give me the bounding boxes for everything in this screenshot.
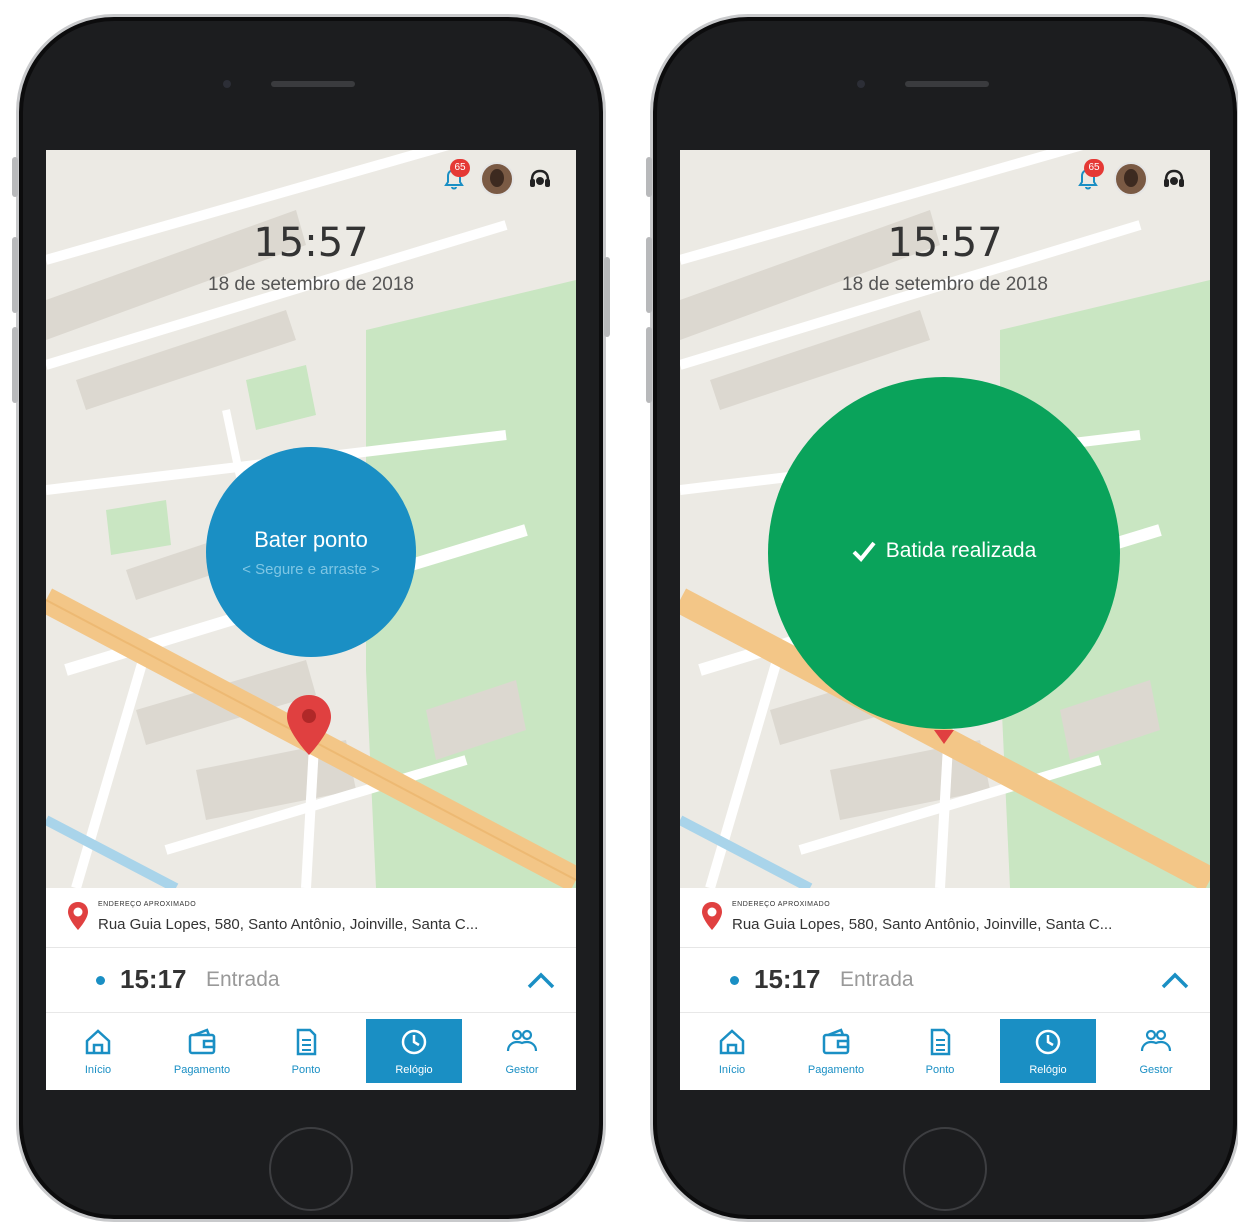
tab-ponto[interactable]: Ponto xyxy=(892,1019,988,1083)
front-camera xyxy=(857,80,865,88)
map-pin-icon xyxy=(68,902,88,930)
map-pin-icon xyxy=(702,902,722,930)
header-actions: 65 xyxy=(440,159,554,196)
punch-button-hint: < Segure e arraste > xyxy=(242,561,380,578)
volume-up-button xyxy=(12,237,18,313)
phone-frame-right: 65 15:57 18 de setembro de 2018 Batida r… xyxy=(646,14,1238,1222)
tab-relogio[interactable]: Relógio xyxy=(1000,1019,1096,1083)
support-button[interactable] xyxy=(1160,165,1188,193)
last-punch-time: 15:17 xyxy=(754,964,821,994)
last-punch-type: Entrada xyxy=(206,968,280,991)
clock-icon xyxy=(401,1029,427,1055)
address-label: ENDEREÇO APROXIMADO xyxy=(732,901,831,908)
address-panel: ENDEREÇO APROXIMADO Rua Guia Lopes, 580,… xyxy=(46,888,576,948)
tab-gestor[interactable]: Gestor xyxy=(1108,1019,1204,1083)
tab-label: Ponto xyxy=(925,1064,955,1076)
mute-switch xyxy=(12,157,18,197)
team-icon xyxy=(506,1029,538,1052)
current-time: 15:57 xyxy=(887,220,1003,266)
front-camera xyxy=(223,80,231,88)
bottom-tab-bar: Início Pagamento Ponto Relógio Gestor xyxy=(46,1012,576,1090)
support-button[interactable] xyxy=(526,165,554,193)
last-punch-row[interactable]: 15:17 Entrada xyxy=(680,948,1210,1012)
punch-clock-button[interactable]: Bater ponto < Segure e arraste > xyxy=(206,447,416,657)
document-icon xyxy=(930,1028,951,1056)
header-actions: 65 xyxy=(1074,159,1188,196)
volume-down-button xyxy=(646,327,652,403)
volume-down-button xyxy=(12,327,18,403)
home-button[interactable] xyxy=(903,1127,987,1211)
wallet-icon xyxy=(822,1028,850,1055)
tab-label: Relógio xyxy=(395,1064,433,1076)
last-punch-row[interactable]: 15:17 Entrada xyxy=(46,948,576,1012)
address-value: Rua Guia Lopes, 580, Santo Antônio, Join… xyxy=(98,916,479,933)
notification-badge: 65 xyxy=(450,159,470,177)
tab-label: Ponto xyxy=(291,1064,321,1076)
tab-label: Pagamento xyxy=(807,1064,865,1076)
tab-label: Gestor xyxy=(1139,1064,1173,1076)
power-button xyxy=(604,257,610,337)
volume-up-button xyxy=(646,237,652,313)
address-panel: ENDEREÇO APROXIMADO Rua Guia Lopes, 580,… xyxy=(680,888,1210,948)
tab-gestor[interactable]: Gestor xyxy=(474,1019,570,1083)
mute-switch xyxy=(646,157,652,197)
notifications-button[interactable]: 65 xyxy=(1074,159,1104,193)
bottom-tab-bar: Início Pagamento Ponto Relógio Gestor xyxy=(680,1012,1210,1090)
tab-label: Início xyxy=(84,1064,112,1076)
tab-inicio[interactable]: Início xyxy=(684,1019,780,1083)
tab-pagamento[interactable]: Pagamento xyxy=(154,1019,250,1083)
tab-label: Pagamento xyxy=(173,1064,231,1076)
last-punch-type: Entrada xyxy=(840,968,914,991)
address-value: Rua Guia Lopes, 580, Santo Antônio, Join… xyxy=(732,916,1113,933)
current-date: 18 de setembro de 2018 xyxy=(842,274,1048,295)
tab-label: Início xyxy=(718,1064,746,1076)
avatar[interactable] xyxy=(480,162,514,196)
tab-label: Relógio xyxy=(1029,1064,1067,1076)
headset-icon xyxy=(1164,169,1184,187)
earpiece-speaker xyxy=(905,81,989,87)
punch-success-text: Batida realizada xyxy=(885,539,1037,562)
notifications-button[interactable]: 65 xyxy=(440,159,470,193)
punch-status-dot xyxy=(96,976,105,985)
notification-badge: 65 xyxy=(1084,159,1104,177)
tab-inicio[interactable]: Início xyxy=(50,1019,146,1083)
current-time: 15:57 xyxy=(253,220,369,266)
current-date: 18 de setembro de 2018 xyxy=(208,274,414,295)
punch-success-indicator: Batida realizada xyxy=(768,377,1120,729)
tab-relogio[interactable]: Relógio xyxy=(366,1019,462,1083)
tab-label: Gestor xyxy=(505,1064,539,1076)
earpiece-speaker xyxy=(271,81,355,87)
punch-button-title: Bater ponto xyxy=(254,527,368,552)
home-button[interactable] xyxy=(269,1127,353,1211)
avatar[interactable] xyxy=(1114,162,1148,196)
home-icon xyxy=(85,1029,111,1055)
clock-icon xyxy=(1035,1029,1061,1055)
home-icon xyxy=(719,1029,745,1055)
document-icon xyxy=(296,1028,317,1056)
punch-status-dot xyxy=(730,976,739,985)
tab-ponto[interactable]: Ponto xyxy=(258,1019,354,1083)
chevron-up-icon[interactable] xyxy=(1160,970,1190,990)
phone-frame-left: 65 15:57 18 de setembro de 2018 Bater po… xyxy=(12,14,610,1222)
app-screen-left: 65 15:57 18 de setembro de 2018 Bater po… xyxy=(46,150,576,1090)
last-punch-time: 15:17 xyxy=(120,964,187,994)
app-screen-right: 65 15:57 18 de setembro de 2018 Batida r… xyxy=(680,150,1210,1090)
team-icon xyxy=(1140,1029,1172,1052)
checkmark-icon xyxy=(852,541,876,562)
address-label: ENDEREÇO APROXIMADO xyxy=(98,901,197,908)
tab-pagamento[interactable]: Pagamento xyxy=(788,1019,884,1083)
chevron-up-icon[interactable] xyxy=(526,970,556,990)
headset-icon xyxy=(530,169,550,187)
wallet-icon xyxy=(188,1028,216,1055)
